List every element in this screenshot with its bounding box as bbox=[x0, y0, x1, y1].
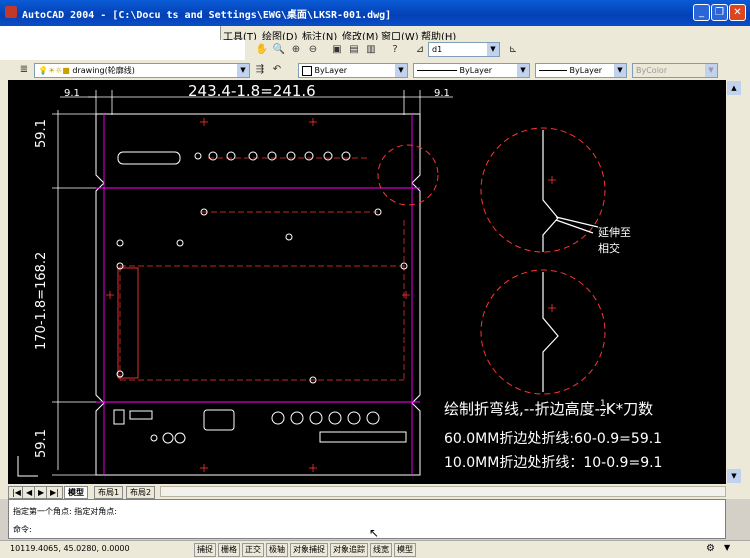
ucs-icon bbox=[17, 456, 38, 477]
status-polar[interactable]: 极轴 bbox=[266, 543, 288, 557]
status-otrack[interactable]: 对象追踪 bbox=[330, 543, 368, 557]
zoom-window-icon[interactable]: ⊕ bbox=[289, 43, 303, 57]
properties-icon[interactable]: ▣ bbox=[330, 43, 344, 57]
color-swatch bbox=[302, 65, 312, 76]
help-icon[interactable]: ? bbox=[388, 43, 402, 57]
menu-bar: 工具(T) 绘图(D) 标注(N) 修改(M) 窗口(W) 帮助(H) bbox=[0, 26, 750, 43]
right-toolbar-strip bbox=[742, 80, 750, 484]
draw-toolbar-left bbox=[0, 80, 8, 484]
callout-text-1: 延伸至 bbox=[598, 226, 631, 239]
chevron-down-icon[interactable]: ▼ bbox=[705, 64, 717, 77]
app-icon bbox=[5, 6, 17, 18]
drawing-area[interactable]: 9.1 243.4-1.8=241.6 9.1 59.1 170-1.8=168… bbox=[8, 80, 726, 484]
layer-select[interactable]: 💡☀☼■ drawing(轮廓线) ▼ bbox=[34, 63, 250, 78]
status-osnap[interactable]: 对象捕捉 bbox=[290, 543, 328, 557]
command-window[interactable]: 指定第一个角点: 指定对角点: 命令: ↖ bbox=[8, 499, 726, 540]
scroll-up-icon[interactable]: ▲ bbox=[727, 81, 741, 95]
linetype-select[interactable]: ByLayer ▼ bbox=[413, 63, 530, 78]
zoom-realtime-icon[interactable]: 🔍 bbox=[272, 43, 286, 57]
scroll-down-icon[interactable]: ▼ bbox=[727, 469, 741, 483]
make-current-layer-icon[interactable]: ⇶ bbox=[253, 63, 267, 77]
dim-text-top-main: 243.4-1.8=241.6 bbox=[188, 82, 316, 100]
command-prompt[interactable]: 命令: bbox=[13, 524, 32, 535]
layer-manager-icon[interactable]: ≣ bbox=[17, 63, 31, 77]
tab-model[interactable]: 模型 bbox=[64, 486, 88, 499]
title-bar: AutoCAD 2004 - [C:\Docu ts and Settings\… bbox=[0, 0, 750, 26]
dimension-update-icon[interactable]: ⊾ bbox=[506, 43, 520, 57]
chevron-down-icon[interactable]: ▼ bbox=[517, 64, 529, 77]
pan-icon[interactable]: ✋ bbox=[255, 43, 269, 57]
tab-nav-last-icon[interactable]: ▶| bbox=[46, 486, 63, 499]
tray-menu-icon[interactable]: ▼ bbox=[724, 543, 730, 552]
detail-bend-lines bbox=[542, 130, 599, 392]
command-history: 指定第一个角点: 指定对角点: bbox=[13, 507, 117, 516]
dim-text-left-bottom: 59.1 bbox=[34, 429, 49, 458]
callout-text-2: 相交 bbox=[598, 242, 620, 255]
menu-dropdown-overlay bbox=[0, 26, 221, 40]
dimstyle-select[interactable]: d1 ▼ bbox=[428, 42, 500, 57]
toolbar-blank-area bbox=[0, 40, 245, 60]
design-center-icon[interactable]: ▤ bbox=[347, 43, 361, 57]
status-ortho[interactable]: 正交 bbox=[242, 543, 264, 557]
chevron-down-icon[interactable]: ▼ bbox=[487, 43, 499, 56]
dim-text-top-right: 9.1 bbox=[434, 88, 450, 99]
dim-text-left-top: 59.1 bbox=[34, 119, 49, 148]
part-outline bbox=[95, 113, 421, 476]
properties-toolbar: ≣ 💡☀☼■ drawing(轮廓线) ▼ ⇶ ↶ ByLayer ▼ ByLa… bbox=[0, 60, 750, 81]
centerlines bbox=[119, 157, 405, 381]
note-line-2: 60.0MM折边处折线:60-0.9=59.1 bbox=[444, 431, 663, 447]
window-title: AutoCAD 2004 - [C:\Docu ts and Settings\… bbox=[22, 10, 392, 21]
status-grid[interactable]: 栅格 bbox=[218, 543, 240, 557]
coordinate-readout[interactable]: 10119.4065, 45.0280, 0.0000 bbox=[10, 544, 130, 553]
lineweight-select[interactable]: ByLayer ▼ bbox=[535, 63, 627, 78]
note-line-3: 10.0MM折边处折线：10-0.9=9.1 bbox=[444, 455, 663, 471]
chevron-down-icon[interactable]: ▼ bbox=[237, 64, 249, 77]
tab-layout2[interactable]: 布局2 bbox=[126, 486, 156, 499]
note-line-1: 绘制折弯线,--折边高度- 1 2 K*刀数 bbox=[444, 399, 654, 419]
chevron-down-icon[interactable]: ▼ bbox=[614, 64, 626, 77]
dim-text-top-left: 9.1 bbox=[64, 88, 80, 99]
detail-markers bbox=[548, 176, 556, 312]
layer-state-icons: 💡☀☼■ bbox=[38, 66, 73, 75]
status-snap[interactable]: 捕捉 bbox=[194, 543, 216, 557]
cutouts bbox=[113, 151, 408, 444]
tool-palette-icon[interactable]: ▥ bbox=[364, 43, 378, 57]
layer-previous-icon[interactable]: ↶ bbox=[270, 63, 284, 77]
line-sample bbox=[417, 70, 457, 71]
tray-settings-icon[interactable]: ⚙ bbox=[706, 543, 715, 554]
tab-layout1[interactable]: 布局1 bbox=[94, 486, 124, 499]
close-button[interactable]: ✕ bbox=[729, 4, 746, 21]
minimize-button[interactable]: _ bbox=[693, 4, 710, 21]
standard-toolbar: ✋ 🔍 ⊕ ⊖ ▣ ▤ ▥ ? ⊿ d1 ▼ ⊾ bbox=[0, 40, 750, 61]
line-sample bbox=[539, 70, 567, 71]
plotstyle-select[interactable]: ByColor ▼ bbox=[632, 63, 718, 78]
dim-text-left-mid: 170-1.8=168.2 bbox=[34, 251, 49, 350]
vertical-scrollbar[interactable]: ▲ ▼ bbox=[726, 80, 742, 484]
horizontal-scrollbar[interactable] bbox=[160, 486, 726, 497]
restore-button[interactable]: ❐ bbox=[711, 4, 728, 21]
color-select[interactable]: ByLayer ▼ bbox=[298, 63, 408, 78]
dimstyle-icon: ⊿ bbox=[415, 44, 425, 55]
dimension-lines bbox=[52, 90, 453, 476]
status-bar: 10119.4065, 45.0280, 0.0000 捕捉 栅格 正交 极轴 … bbox=[0, 540, 750, 558]
cad-drawing bbox=[17, 90, 606, 477]
bend-lines bbox=[96, 114, 420, 475]
cursor-icon: ↖ bbox=[369, 526, 380, 540]
chevron-down-icon[interactable]: ▼ bbox=[395, 64, 407, 77]
status-lineweight[interactable]: 线宽 bbox=[370, 543, 392, 557]
zoom-previous-icon[interactable]: ⊖ bbox=[306, 43, 320, 57]
status-model[interactable]: 模型 bbox=[394, 543, 416, 557]
